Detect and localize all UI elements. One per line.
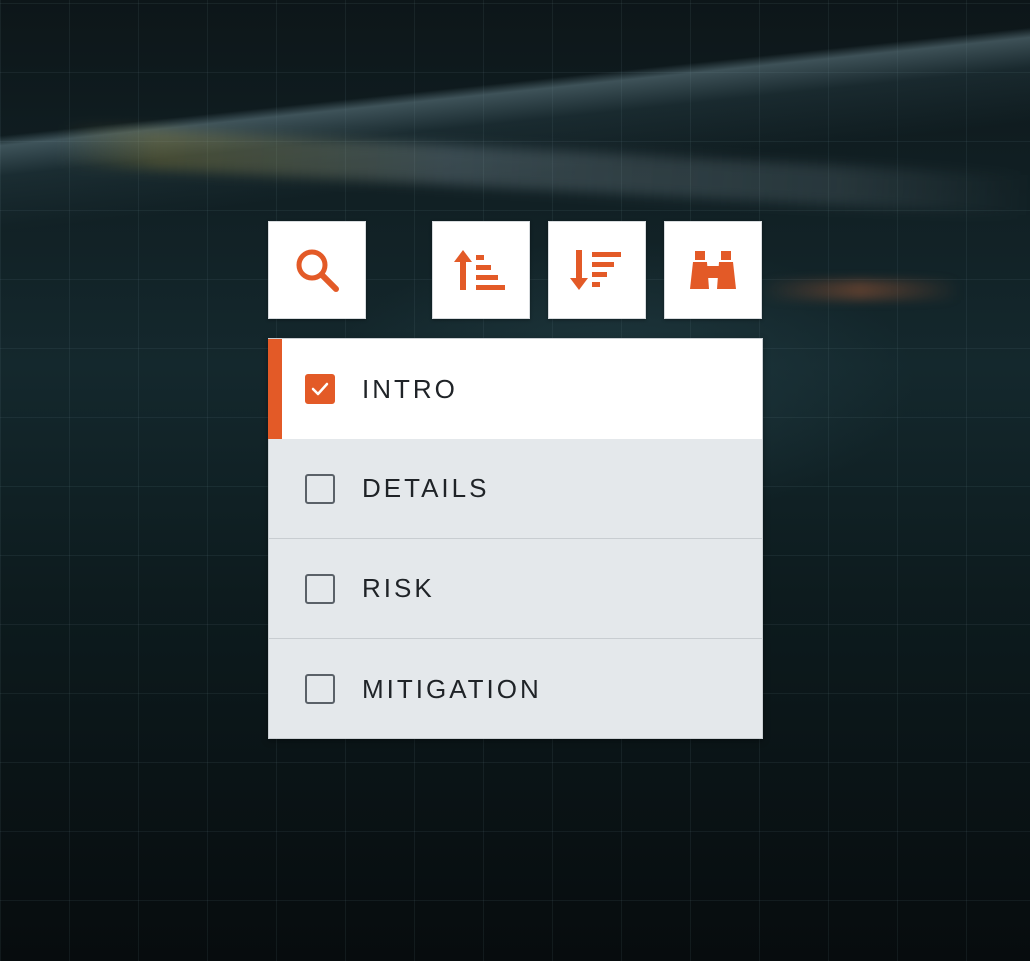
find-button[interactable] — [664, 221, 762, 319]
list-item-label: MITIGATION — [362, 673, 542, 704]
sort-descending-icon — [570, 250, 621, 290]
list-item-label: INTRO — [362, 373, 458, 404]
checkbox-details[interactable] — [305, 473, 335, 504]
checkmark-icon — [311, 382, 329, 396]
search-icon — [296, 249, 339, 292]
list-item-intro[interactable]: INTRO — [268, 339, 762, 439]
background-blur-accent — [760, 280, 960, 300]
checkbox-intro[interactable] — [305, 374, 335, 404]
sort-descending-button[interactable] — [548, 221, 646, 319]
list-item-label: DETAILS — [362, 473, 490, 503]
sort-ascending-icon — [454, 250, 505, 290]
list-item-risk[interactable]: RISK — [269, 539, 762, 639]
list-item-label: RISK — [362, 573, 435, 603]
checkbox-risk[interactable] — [305, 573, 335, 604]
list-item-details[interactable]: DETAILS — [269, 439, 762, 539]
checkbox-mitigation[interactable] — [305, 674, 335, 704]
background-blur-band — [59, 124, 1030, 216]
binoculars-icon — [690, 251, 736, 289]
search-button[interactable] — [268, 221, 366, 319]
list-item-mitigation[interactable]: MITIGATION — [269, 639, 762, 739]
section-list: INTRO DETAILS RISK MITIGATION — [268, 338, 763, 739]
sort-ascending-button[interactable] — [432, 221, 530, 319]
